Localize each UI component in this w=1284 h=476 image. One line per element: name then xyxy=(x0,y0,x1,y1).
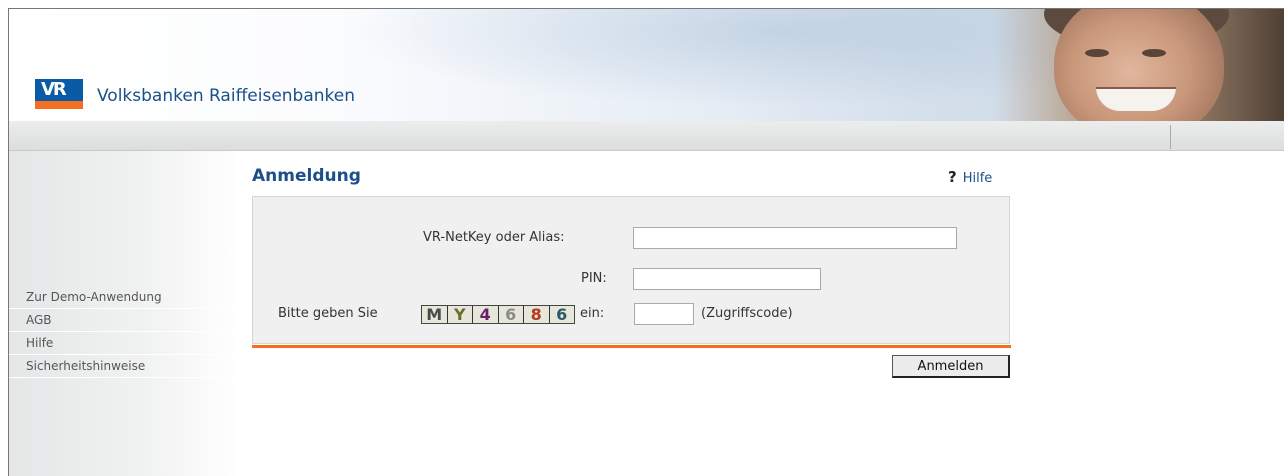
vr-logo-icon[interactable]: VR xyxy=(35,79,83,109)
captcha-char: 4 xyxy=(473,306,499,323)
top-nav-separator xyxy=(1170,125,1171,149)
captcha-suffix: ein: xyxy=(580,306,605,321)
sidebar-item-demo[interactable]: Zur Demo-Anwendung xyxy=(9,286,234,309)
netkey-input[interactable] xyxy=(633,227,957,249)
captcha-char: M xyxy=(422,306,448,323)
access-code-input[interactable] xyxy=(634,303,694,325)
form-divider xyxy=(252,345,1011,348)
sidebar-item-sicherheitshinweise[interactable]: Sicherheitshinweise xyxy=(9,355,234,378)
captcha-prompt: Bitte geben Sie xyxy=(278,306,378,321)
top-nav-bar xyxy=(9,121,1284,151)
brand-name[interactable]: Volksbanken Raiffeisenbanken xyxy=(97,86,355,106)
netkey-label: VR-NetKey oder Alias: xyxy=(423,230,565,245)
login-button[interactable]: Anmelden xyxy=(892,355,1010,378)
photo-eye-left xyxy=(1085,49,1109,57)
help-link-label: Hilfe xyxy=(962,171,993,186)
photo-smile xyxy=(1096,87,1176,111)
pin-label: PIN: xyxy=(581,271,607,286)
captcha-char: Y xyxy=(448,306,473,323)
sidebar-nav: Zur Demo-Anwendung AGB Hilfe Sicherheits… xyxy=(9,286,234,378)
header-photo xyxy=(994,9,1284,121)
header-banner: VR Volksbanken Raiffeisenbanken xyxy=(9,9,1284,121)
pin-input[interactable] xyxy=(633,268,821,290)
sidebar-item-hilfe[interactable]: Hilfe xyxy=(9,332,234,355)
logo-letters: VR xyxy=(41,79,67,100)
photo-eye-right xyxy=(1142,49,1166,57)
access-code-hint: (Zugriffscode) xyxy=(701,306,793,321)
login-form-panel xyxy=(252,196,1010,344)
captcha-char: 8 xyxy=(524,306,550,323)
captcha-char: 6 xyxy=(556,305,568,324)
sidebar-item-agb[interactable]: AGB xyxy=(9,309,234,332)
help-question-icon: ? xyxy=(948,168,957,186)
page-title: Anmeldung xyxy=(252,166,361,186)
help-link[interactable]: ? Hilfe xyxy=(948,168,992,186)
logo-orange-stripe xyxy=(35,101,83,109)
captcha-char: 6 xyxy=(499,306,524,323)
captcha-image: M Y 4 6 8 6 xyxy=(421,305,575,324)
